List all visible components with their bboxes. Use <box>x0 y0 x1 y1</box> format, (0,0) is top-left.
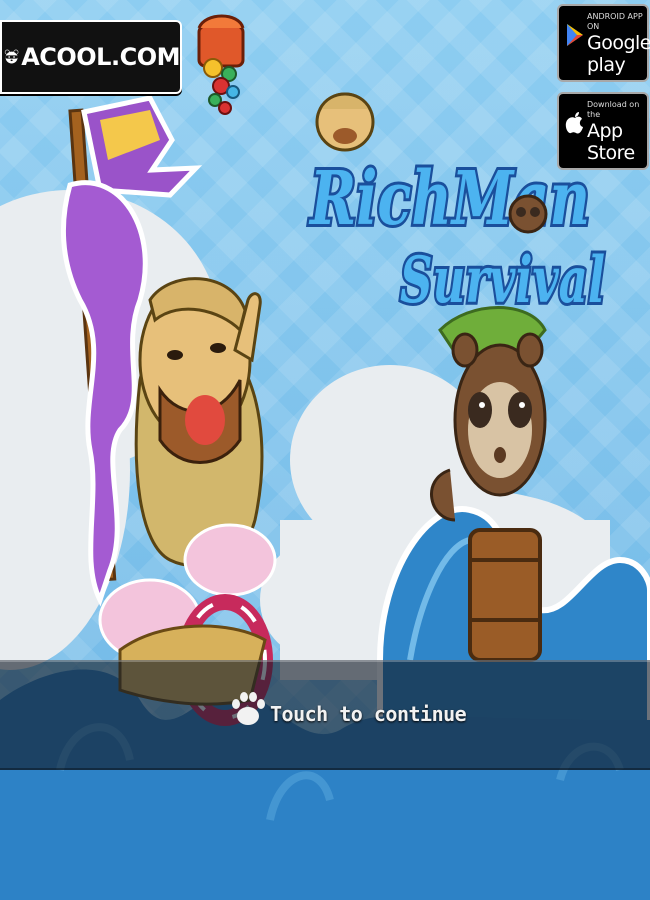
brand-name: ACOOL.COM <box>21 43 180 71</box>
title-line-1: RichMan <box>308 156 590 242</box>
raccoon-face-icon <box>508 194 548 234</box>
touch-to-continue-bar[interactable]: Touch to continue <box>0 660 650 770</box>
title-line-2: Survival <box>400 243 605 318</box>
treasure-chest-icon <box>197 14 245 115</box>
paw-icon <box>232 692 265 725</box>
richman-character <box>60 95 277 726</box>
panda-icon <box>4 49 19 64</box>
continue-label: Touch to continue <box>270 702 467 726</box>
game-title: RichMan Survival <box>305 92 608 321</box>
acool-logo[interactable]: ACOOL.COM <box>0 20 182 94</box>
richman-face-icon <box>315 92 375 152</box>
game-screen[interactable]: ACOOL.COM ANDROID APP ON Google play Dow… <box>0 0 650 900</box>
